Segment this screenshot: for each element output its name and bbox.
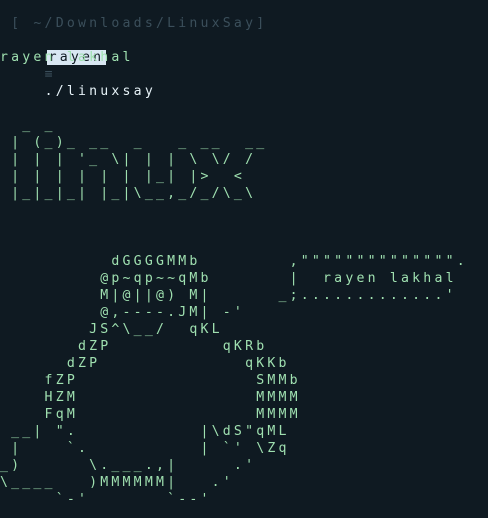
banner-line: | | | | | | |_| |> <: [0, 169, 246, 184]
art-line: @,----.JM| -': [0, 305, 246, 320]
art-line: @p~qp~~qMb | rayen lakhal: [0, 271, 457, 286]
terminal-window[interactable]: [ ~/Downloads/LinuxSay] rayen ≡ ./linuxs…: [0, 15, 488, 518]
art-line: | `. | `' \Zq: [0, 441, 290, 456]
banner-line: _ _: [0, 118, 56, 133]
art-line: FqM MMMM: [0, 407, 301, 422]
art-line: M|@||@) M| _;.............': [0, 288, 457, 303]
art-line: __| ". |\dS"qML: [0, 424, 290, 439]
art-line: fZP SMMb: [0, 373, 301, 388]
art-line: dZP qKRb: [0, 339, 268, 354]
linux-banner: _ _ | (_)_ __ _ _ __ __ | | | '_ \| | | …: [0, 117, 488, 202]
output-name: rayen lakhal: [0, 50, 134, 65]
prompt-command: ./linuxsay: [44, 84, 156, 99]
art-line: JS^\__/ qKL: [0, 322, 223, 337]
art-line: HZM MMMM: [0, 390, 301, 405]
art-line: `-' `--': [0, 492, 212, 507]
art-line: _) \.___.,| .': [0, 458, 257, 473]
banner-line: | (_)_ __ _ _ __ __: [0, 135, 268, 150]
ascii-art-character: dGGGGMMb ,"""""""""""""". @p~qp~~qMb | r…: [0, 253, 488, 508]
art-line: dZP qKKb: [0, 356, 290, 371]
art-line: dGGGGMMb ,"""""""""""""".: [0, 254, 468, 269]
prompt-line: rayen ≡ ./linuxsay: [0, 32, 488, 99]
banner-line: |_|_|_| |_|\__,_/_/\_\: [0, 186, 257, 201]
art-line: \____ )MMMMMM| .': [0, 475, 234, 490]
working-directory: [ ~/Downloads/LinuxSay]: [0, 16, 268, 31]
banner-line: | | | '_ \| | | \ \/ /: [0, 152, 257, 167]
prompt-separator-icon: ≡: [44, 67, 56, 82]
